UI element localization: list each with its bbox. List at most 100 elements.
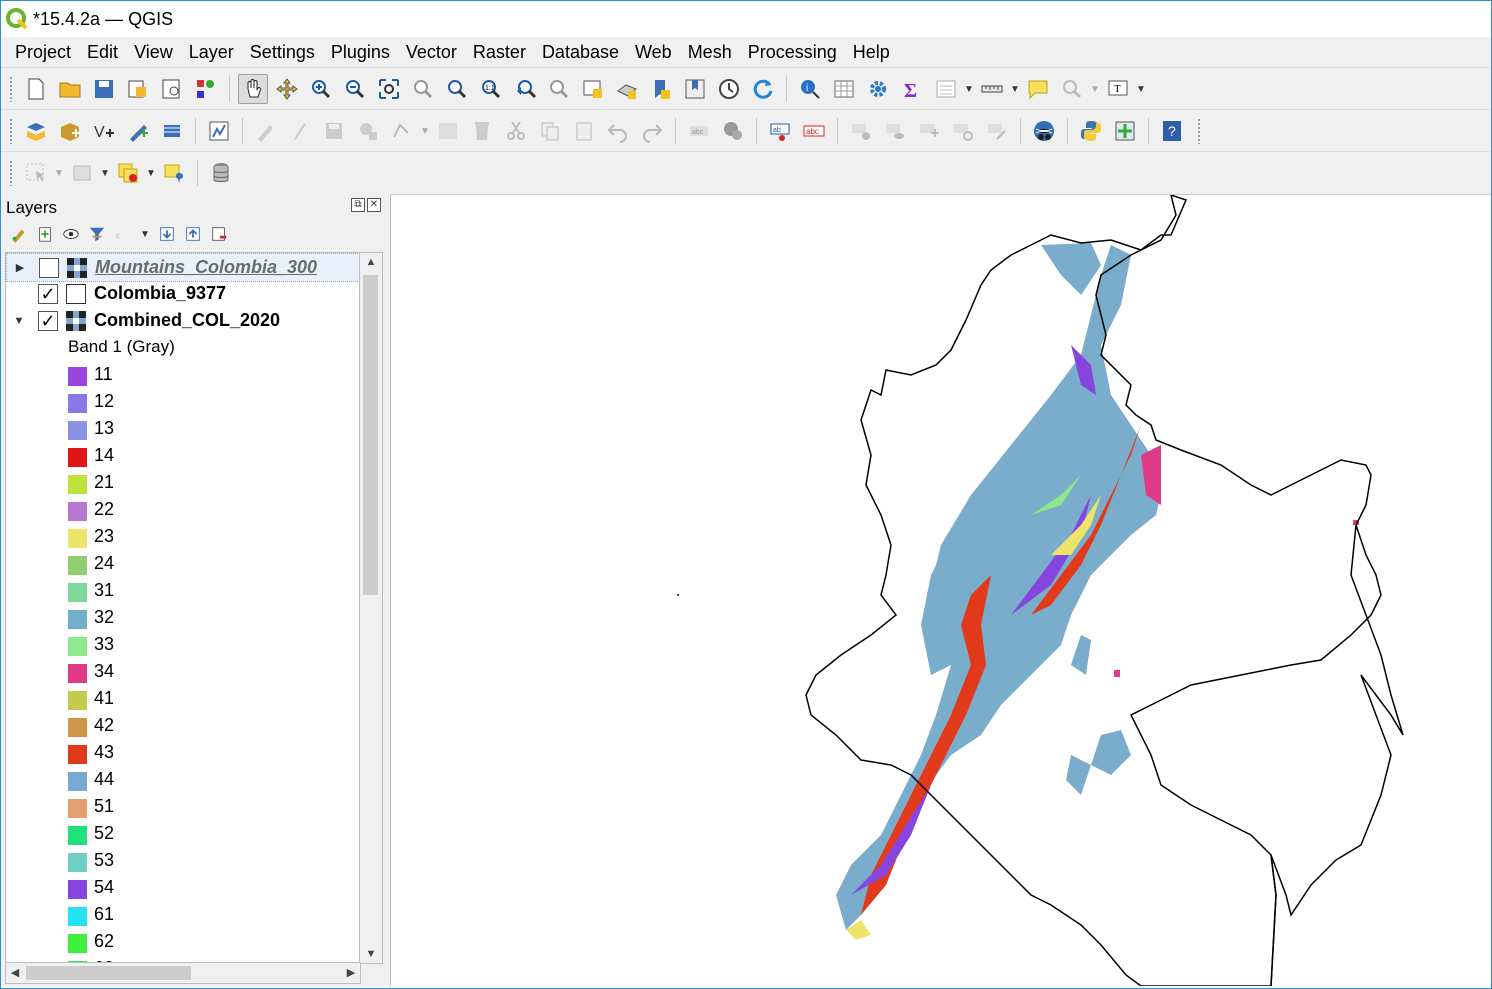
- label-toolbar-abc-icon[interactable]: abc: [684, 116, 714, 146]
- save-edits-icon[interactable]: [319, 116, 349, 146]
- rotate-label-icon[interactable]: [948, 116, 978, 146]
- toggle-editing-pencil-icon[interactable]: [285, 116, 315, 146]
- show-hide-labels-icon[interactable]: [880, 116, 910, 146]
- chevron-down-icon[interactable]: ▼: [1135, 74, 1147, 104]
- menu-web[interactable]: Web: [627, 37, 680, 67]
- help-contents-icon[interactable]: ?: [1157, 116, 1187, 146]
- collapse-arrow-icon[interactable]: ▼: [12, 315, 26, 327]
- menu-vector[interactable]: Vector: [398, 37, 465, 67]
- chevron-down-icon[interactable]: ▼: [53, 158, 65, 188]
- layer-row-colombia[interactable]: ✓ Colombia_9377: [6, 280, 226, 307]
- undo-icon[interactable]: [603, 116, 633, 146]
- new-shapefile-layer-icon[interactable]: V: [89, 116, 119, 146]
- style-manager-icon[interactable]: [191, 74, 221, 104]
- layer-row-combined[interactable]: ▼ ✓ Combined_COL_2020: [6, 307, 280, 334]
- chevron-down-icon[interactable]: ▼: [99, 158, 111, 188]
- new-3d-view-icon[interactable]: [612, 74, 642, 104]
- scroll-right-icon[interactable]: ▶: [342, 963, 360, 983]
- toolbar-grip[interactable]: [9, 118, 13, 144]
- pan-to-selection-icon[interactable]: [272, 74, 302, 104]
- data-source-manager-icon[interactable]: [21, 116, 51, 146]
- measure-line-icon[interactable]: [977, 74, 1007, 104]
- temporal-controller-icon[interactable]: [714, 74, 744, 104]
- python-console-icon[interactable]: [1076, 116, 1106, 146]
- menu-processing[interactable]: Processing: [740, 37, 845, 67]
- redo-icon[interactable]: [637, 116, 667, 146]
- new-virtual-layer-icon[interactable]: [157, 116, 187, 146]
- modify-attributes-icon[interactable]: [433, 116, 463, 146]
- identify-features-icon[interactable]: i: [795, 74, 825, 104]
- layer-diagram-abc-red-icon[interactable]: abc: [799, 116, 829, 146]
- change-label-icon[interactable]: [982, 116, 1012, 146]
- menu-view[interactable]: View: [126, 37, 181, 67]
- open-project-icon[interactable]: [55, 74, 85, 104]
- collapse-all-icon[interactable]: [183, 224, 203, 244]
- chevron-down-icon[interactable]: ▼: [419, 116, 431, 146]
- layer-row-mountains[interactable]: ▶ Mountains_Colombia_300: [6, 253, 360, 282]
- quickmapservices-globe-icon[interactable]: [1029, 116, 1059, 146]
- new-spatial-bookmark-icon[interactable]: [646, 74, 676, 104]
- layer-visibility-checkbox[interactable]: ✓: [38, 283, 58, 304]
- map-tips-icon[interactable]: [1023, 74, 1053, 104]
- scroll-thumb[interactable]: [363, 275, 378, 595]
- filter-expression-icon[interactable]: ε: [113, 224, 133, 244]
- zoom-native-resolution-icon[interactable]: 1:1: [476, 74, 506, 104]
- chevron-down-icon[interactable]: ▼: [1089, 74, 1101, 104]
- delete-selected-icon[interactable]: [467, 116, 497, 146]
- open-layer-styling-icon[interactable]: [9, 224, 29, 244]
- select-by-location-icon[interactable]: [159, 158, 189, 188]
- horizontal-scrollbar[interactable]: ◀ ▶: [5, 962, 361, 984]
- layer-visibility-checkbox[interactable]: [39, 257, 59, 278]
- float-panel-icon[interactable]: ⧉: [351, 198, 365, 212]
- pan-hand-icon[interactable]: [238, 74, 268, 104]
- menu-plugins[interactable]: Plugins: [323, 37, 398, 67]
- remove-layer-icon[interactable]: [209, 224, 229, 244]
- zoom-last-icon[interactable]: [510, 74, 540, 104]
- menu-layer[interactable]: Layer: [181, 37, 242, 67]
- chevron-down-icon[interactable]: ▼: [145, 158, 157, 188]
- manage-visibility-eye-icon[interactable]: [61, 224, 81, 244]
- toolbox-gear-icon[interactable]: [863, 74, 893, 104]
- menu-help[interactable]: Help: [845, 37, 898, 67]
- layer-name[interactable]: Mountains_Colombia_300: [95, 257, 317, 278]
- vertex-tool-icon[interactable]: [387, 116, 417, 146]
- layer-name[interactable]: Combined_COL_2020: [94, 310, 280, 331]
- current-edits-icon[interactable]: [251, 116, 281, 146]
- attribute-form-icon[interactable]: [931, 74, 961, 104]
- map-canvas[interactable]: [390, 195, 1491, 986]
- expand-arrow-icon[interactable]: ▶: [13, 261, 27, 274]
- colombia-map[interactable]: [391, 195, 1491, 986]
- toolbar-grip[interactable]: [1197, 118, 1201, 144]
- menu-project[interactable]: Project: [1, 37, 79, 67]
- zoom-to-layer-icon[interactable]: [442, 74, 472, 104]
- filter-legend-icon[interactable]: [87, 224, 107, 244]
- select-by-expression-icon[interactable]: [67, 158, 97, 188]
- toolbar-grip[interactable]: [9, 160, 13, 186]
- menu-mesh[interactable]: Mesh: [680, 37, 740, 67]
- select-features-icon[interactable]: [21, 158, 51, 188]
- scroll-up-icon[interactable]: ▲: [360, 253, 382, 271]
- refresh-icon[interactable]: [748, 74, 778, 104]
- scroll-thumb[interactable]: [26, 966, 191, 980]
- new-project-icon[interactable]: [21, 74, 51, 104]
- add-raster-layer-icon[interactable]: [204, 116, 234, 146]
- menu-settings[interactable]: Settings: [242, 37, 323, 67]
- scroll-left-icon[interactable]: ◀: [6, 963, 24, 983]
- menu-edit[interactable]: Edit: [79, 37, 126, 67]
- locator-search-icon[interactable]: [1057, 74, 1087, 104]
- diagram-options-icon[interactable]: [718, 116, 748, 146]
- menu-database[interactable]: Database: [534, 37, 627, 67]
- pin-labels-icon[interactable]: [846, 116, 876, 146]
- new-scratch-layer-icon[interactable]: [123, 116, 153, 146]
- vertical-scrollbar[interactable]: ▲ ▼: [359, 252, 383, 964]
- zoom-next-icon[interactable]: [544, 74, 574, 104]
- layer-labeling-options-icon[interactable]: ab: [765, 116, 795, 146]
- chevron-down-icon[interactable]: ▼: [139, 224, 151, 244]
- expand-all-icon[interactable]: [157, 224, 177, 244]
- layer-name[interactable]: Colombia_9377: [94, 283, 226, 304]
- layer-visibility-checkbox[interactable]: ✓: [38, 310, 58, 331]
- new-map-view-icon[interactable]: [578, 74, 608, 104]
- georeferencer-icon[interactable]: [1110, 116, 1140, 146]
- copy-features-icon[interactable]: [535, 116, 565, 146]
- statistical-summary-sigma-icon[interactable]: Σ: [897, 74, 927, 104]
